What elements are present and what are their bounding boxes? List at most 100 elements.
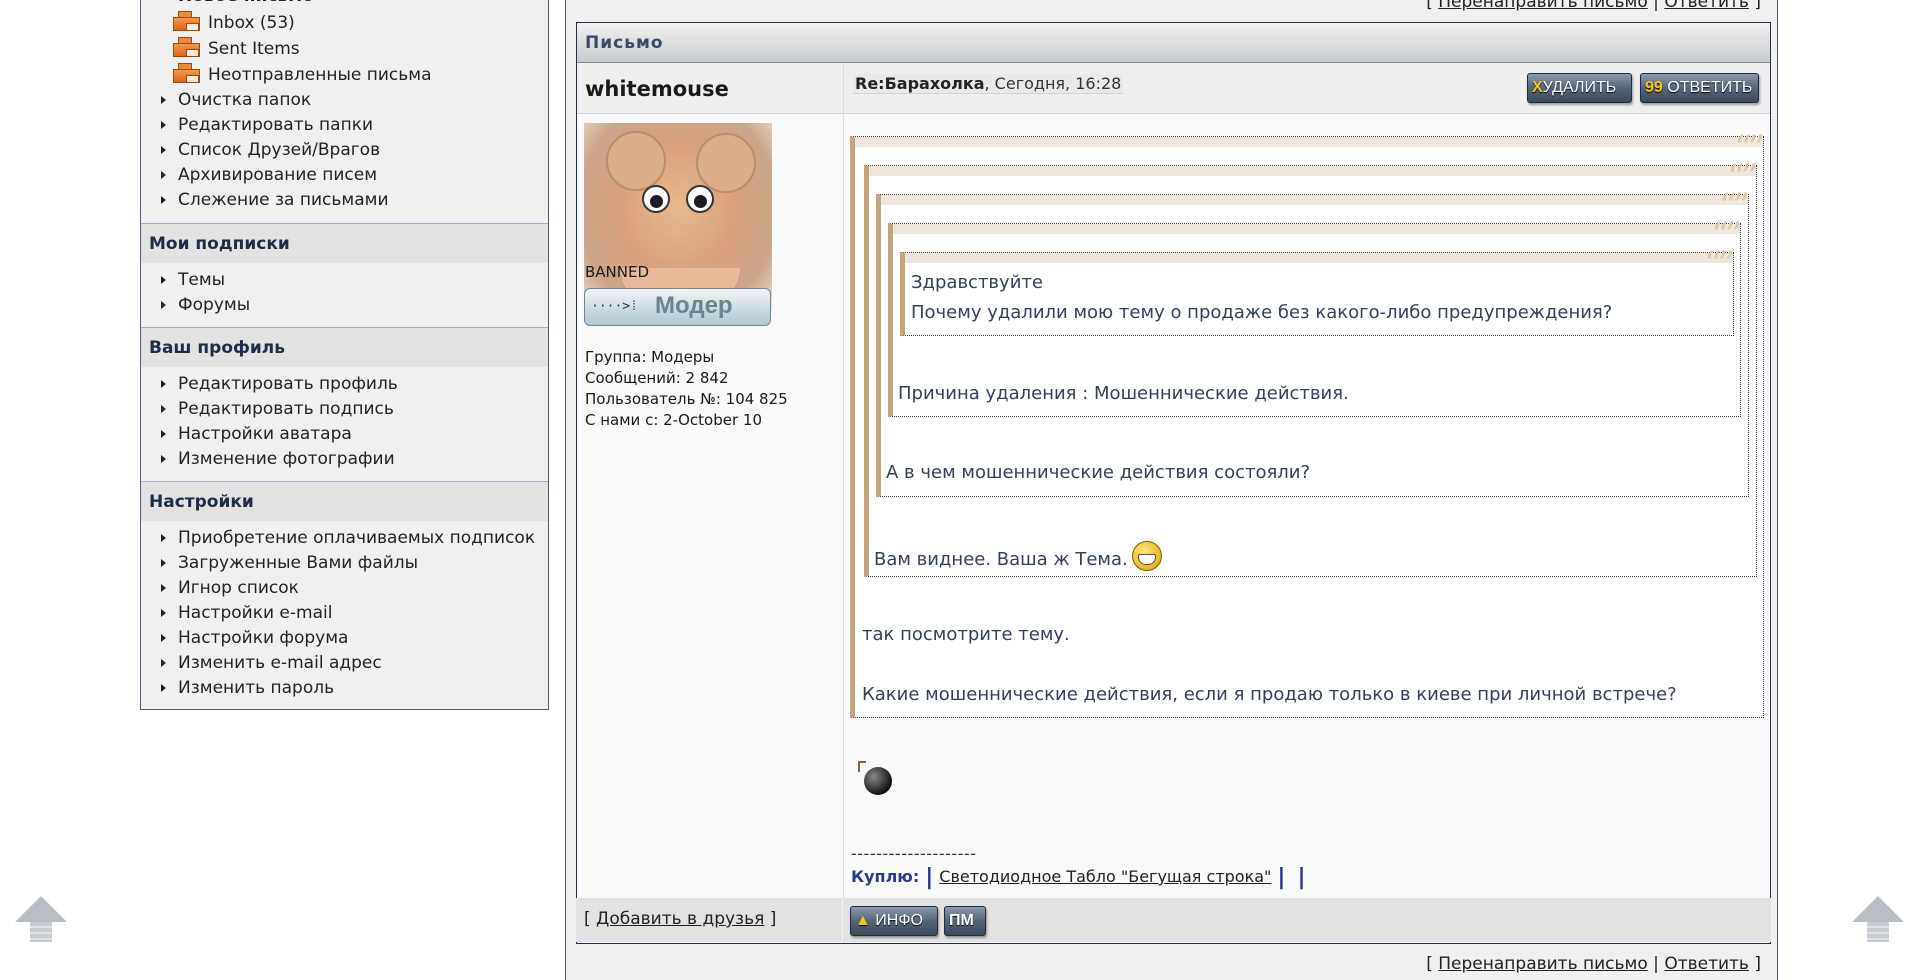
bullet-icon bbox=[161, 275, 166, 284]
quote-header bbox=[893, 224, 1740, 234]
sidebar-item-change-password[interactable]: Изменить пароль bbox=[141, 678, 334, 698]
sidebar-item-edit-folders[interactable]: Редактировать папки bbox=[141, 115, 373, 135]
bracket: ] bbox=[1754, 0, 1761, 12]
quote2-label: Вам виднее. Ваша ж Тема. bbox=[874, 549, 1128, 570]
bullet-icon bbox=[161, 608, 166, 617]
sidebar-item-tracking[interactable]: Слежение за письмами bbox=[141, 190, 389, 210]
bullet-icon bbox=[161, 379, 166, 388]
bullet-icon bbox=[161, 454, 166, 463]
signature: Куплю: | Светодиодное Табло "Бегущая строк… bbox=[851, 865, 1312, 890]
sidebar-item-avatar-settings[interactable]: Настройки аватара bbox=[141, 424, 352, 444]
body-line1: так посмотрите тему. bbox=[862, 624, 1070, 645]
folder-sent-items[interactable]: Sent Items bbox=[173, 37, 300, 59]
folder-icon bbox=[173, 37, 200, 57]
folder-unsent[interactable]: Неотправленные письма bbox=[173, 63, 432, 85]
bullet-icon bbox=[161, 558, 166, 567]
label: Список Друзей/Врагов bbox=[178, 140, 381, 160]
sidebar-item-forum-settings[interactable]: Настройки форума bbox=[141, 628, 348, 648]
author-username[interactable]: whitemouse bbox=[585, 77, 729, 101]
sidebar-item-edit-profile[interactable]: Редактировать профиль bbox=[141, 374, 398, 394]
bullet-icon bbox=[161, 583, 166, 592]
folder-inbox[interactable]: Inbox (53) bbox=[173, 11, 295, 33]
folder-icon bbox=[173, 63, 200, 83]
arrow-stem bbox=[1867, 922, 1889, 942]
author-status: BANNED bbox=[585, 263, 650, 281]
add-friend: [ Добавить в друзья ] bbox=[584, 909, 776, 929]
bullet-icon bbox=[161, 429, 166, 438]
separator: | bbox=[1653, 0, 1659, 12]
reply-button[interactable]: 99 ОТВЕТИТЬ bbox=[1640, 73, 1759, 103]
label: ПМ bbox=[949, 912, 974, 929]
author-user-number: Пользователь №: 104 825 bbox=[585, 390, 788, 408]
sidebar-item-clear-folders[interactable]: Очистка папок bbox=[141, 90, 311, 110]
bullet-icon bbox=[161, 404, 166, 413]
quote5-line1: Здравствуйте bbox=[911, 272, 1043, 293]
label: Изменить e-mail адрес bbox=[178, 653, 382, 673]
sidebar-item-new-message[interactable]: Новое письмо bbox=[141, 0, 314, 6]
message-header-row: whitemouse Re:Барахолка, Сегодня, 16:28 … bbox=[577, 63, 1770, 114]
folder-icon bbox=[173, 11, 200, 31]
bottom-links: [ Перенаправить письмо | Ответить ] bbox=[1426, 954, 1761, 974]
label: Темы bbox=[178, 270, 226, 290]
sidebar-item-edit-signature[interactable]: Редактировать подпись bbox=[141, 399, 394, 419]
sidebar-item-uploaded-files[interactable]: Загруженные Вами файлы bbox=[141, 553, 418, 573]
user-icon: ▲ bbox=[855, 912, 871, 929]
signature-separator: | bbox=[1277, 865, 1286, 890]
bullet-icon bbox=[161, 195, 166, 204]
label: Форумы bbox=[178, 295, 251, 315]
avatar-eye bbox=[642, 185, 670, 213]
delete-button[interactable]: XУДАЛИТЬ bbox=[1527, 73, 1632, 103]
pm-button[interactable]: ПМ bbox=[944, 906, 986, 936]
sidebar-item-ignore-list[interactable]: Игнор список bbox=[141, 578, 299, 598]
sidebar-item-archive[interactable]: Архивирование писем bbox=[141, 165, 377, 185]
info-button[interactable]: ▲ ИНФО bbox=[850, 906, 938, 936]
column-divider bbox=[842, 898, 843, 942]
bullet-icon bbox=[161, 658, 166, 667]
scroll-top-left-icon[interactable] bbox=[15, 896, 67, 944]
label: Изменение фотографии bbox=[178, 449, 395, 469]
section-profile-title: Ваш профиль bbox=[141, 327, 548, 367]
bomb-emoticon-icon bbox=[858, 761, 892, 795]
subject-title: Re:Барахолка bbox=[855, 74, 985, 93]
top-links: [ Перенаправить письмо | Ответить ] bbox=[1426, 0, 1761, 12]
arrow-head bbox=[1852, 896, 1904, 922]
label: Неотправленные письма bbox=[208, 65, 432, 85]
quote-level-5: “” bbox=[900, 247, 1735, 336]
reply-link[interactable]: Ответить bbox=[1664, 0, 1749, 12]
add-friend-link[interactable]: Добавить в друзья bbox=[596, 909, 764, 929]
sidebar-item-paid-subscriptions[interactable]: Приобретение оплачиваемых подписок bbox=[141, 528, 535, 548]
bullet-icon bbox=[161, 95, 166, 104]
bullet-icon bbox=[161, 145, 166, 154]
author-posts: Сообщений: 2 842 bbox=[585, 369, 729, 387]
arrow-stem bbox=[30, 922, 52, 942]
bullet-icon bbox=[161, 300, 166, 309]
message-date: , Сегодня, 16:28 bbox=[984, 74, 1122, 93]
bullet-icon bbox=[161, 170, 166, 179]
reply-link-bottom[interactable]: Ответить bbox=[1664, 954, 1749, 974]
sidebar-item-change-email[interactable]: Изменить e-mail адрес bbox=[141, 653, 382, 673]
sidebar-item-forums[interactable]: Форумы bbox=[141, 295, 250, 315]
bullet-icon bbox=[161, 120, 166, 129]
signature-separator: | bbox=[1297, 865, 1306, 890]
author-avatar[interactable] bbox=[584, 123, 772, 311]
rank-badge: ····>⁞ Модер bbox=[584, 288, 771, 326]
forward-message-link[interactable]: Перенаправить письмо bbox=[1438, 0, 1648, 12]
section-subscriptions-title: Мои подписки bbox=[141, 223, 548, 263]
quote-header bbox=[869, 166, 1756, 176]
quote4-text: Причина удаления : Мошеннические действи… bbox=[898, 383, 1349, 404]
signature-link[interactable]: Светодиодное Табло "Бегущая строка" bbox=[939, 867, 1271, 886]
label: Приобретение оплачиваемых подписок bbox=[178, 528, 536, 548]
sidebar-item-change-photo[interactable]: Изменение фотографии bbox=[141, 449, 395, 469]
sidebar-item-topics[interactable]: Темы bbox=[141, 270, 225, 290]
sidebar-item-email-settings[interactable]: Настройки e-mail bbox=[141, 603, 332, 623]
label: Настройки форума bbox=[178, 628, 349, 648]
scroll-top-right-icon[interactable] bbox=[1852, 896, 1904, 944]
bracket: [ bbox=[584, 909, 591, 929]
sidebar-item-friends-list[interactable]: Список Друзей/Врагов bbox=[141, 140, 380, 160]
label: Игнор список bbox=[178, 578, 299, 598]
bullet-icon bbox=[161, 533, 166, 542]
label: Inbox (53) bbox=[208, 13, 295, 33]
forward-message-link-bottom[interactable]: Перенаправить письмо bbox=[1438, 954, 1648, 974]
author-group: Группа: Модеры bbox=[585, 348, 715, 366]
panel-title: Письмо bbox=[577, 23, 1770, 63]
